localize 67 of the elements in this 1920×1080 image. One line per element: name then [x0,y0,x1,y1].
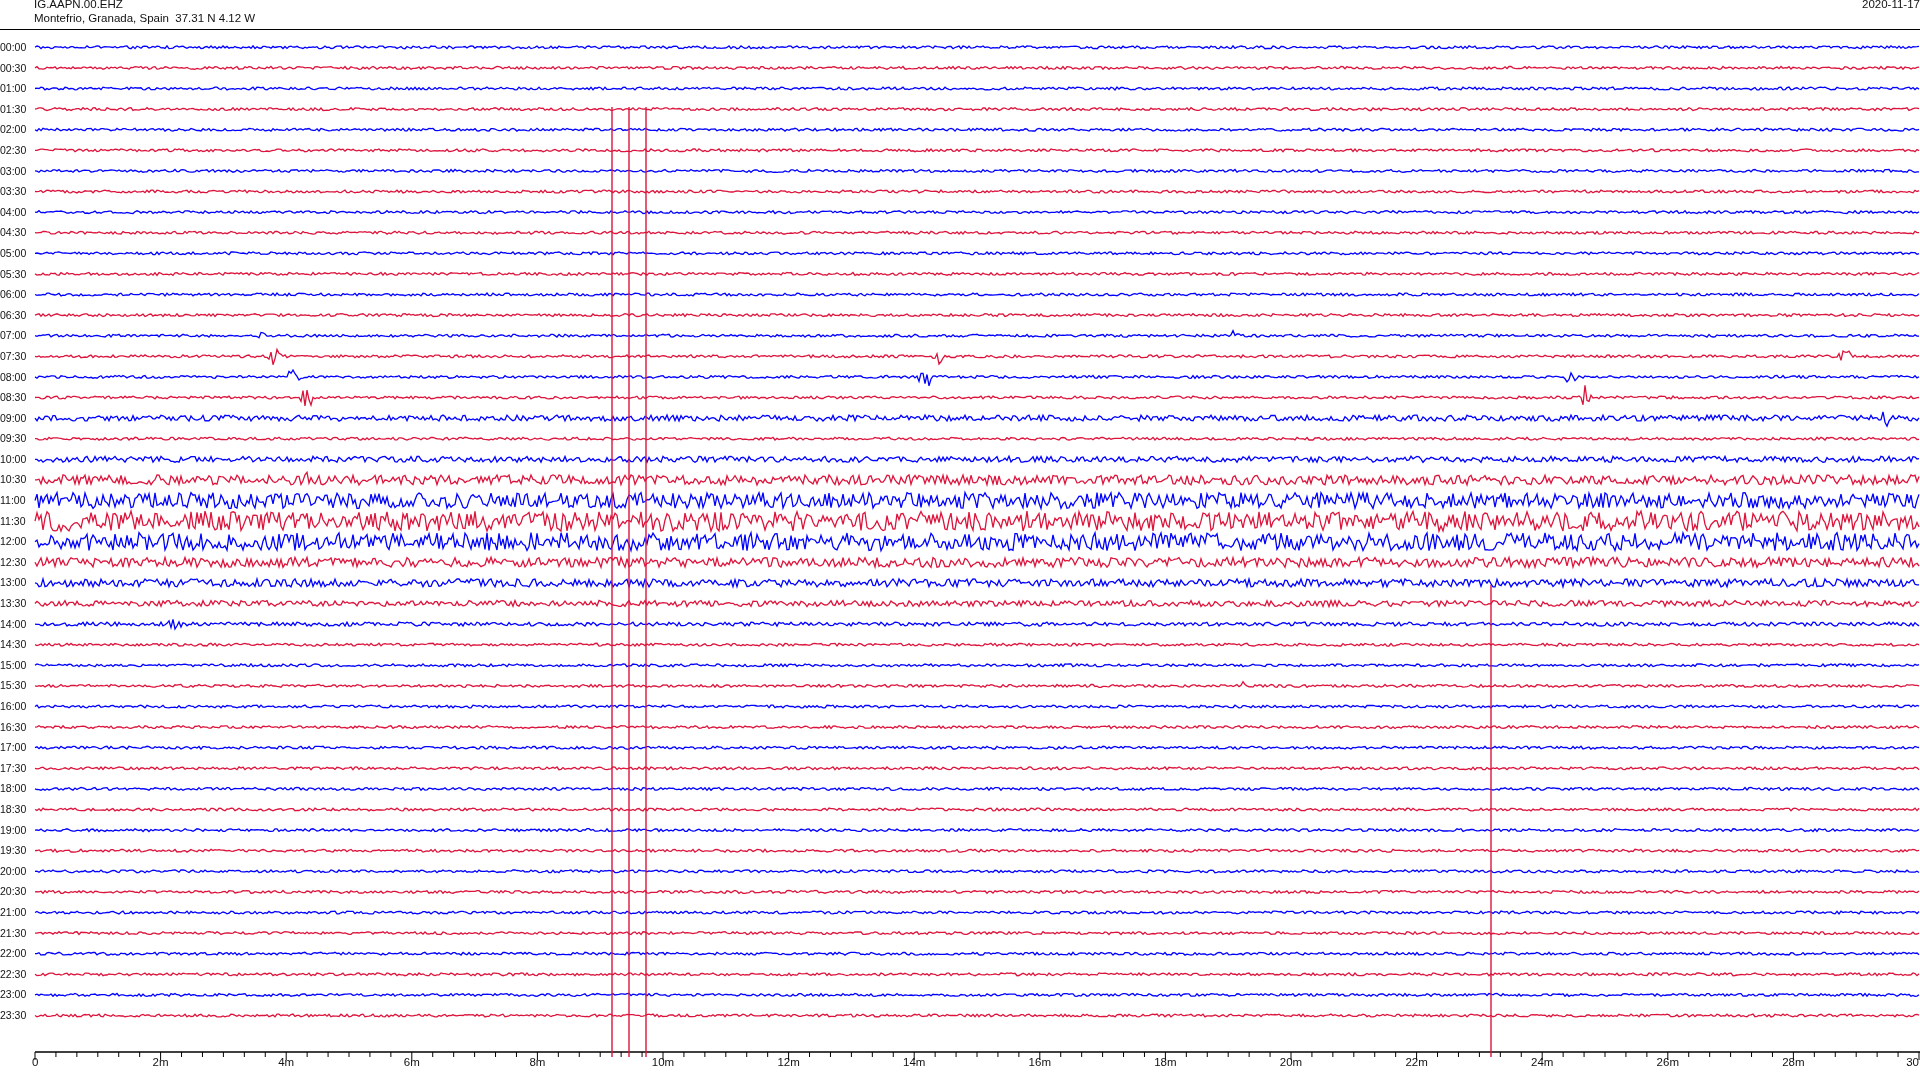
time-label: 19:00 [0,822,28,838]
time-label: 12:30 [0,554,28,570]
time-label: 11:00 [0,493,27,509]
time-label: 10:30 [0,472,28,488]
time-label: 08:00 [0,369,28,385]
time-label: 07:30 [0,348,28,364]
time-label: 09:00 [0,410,28,426]
time-label: 06:30 [0,307,28,323]
axis-label: 4m [278,1055,295,1068]
time-label: 14:30 [0,637,28,653]
axis-label: 28m [1782,1055,1805,1068]
time-label: 17:00 [0,740,28,756]
time-label: 23:00 [0,987,28,1003]
time-label: 17:30 [0,760,28,776]
axis-label: 26m [1656,1055,1679,1068]
time-label: 11:30 [0,513,27,529]
time-label: 22:30 [0,966,28,982]
station-location: Montefrio, Granada, Spain 37.31 N 4.12 W [34,11,256,25]
axis-label: 2m [152,1055,169,1068]
time-label: 12:00 [0,534,28,550]
time-label: 00:30 [0,60,28,76]
time-label: 21:00 [0,904,28,920]
time-label: 18:30 [0,801,28,817]
time-label: 09:30 [0,431,28,447]
time-label: 03:30 [0,184,28,200]
axis-label: 0 [32,1055,39,1068]
axis-label: 8m [529,1055,546,1068]
time-label: 08:30 [0,390,28,406]
axis-label: 12m [777,1055,800,1068]
axis-label: 16m [1028,1055,1051,1068]
time-label: 00:00 [0,40,28,55]
axis-label: 30 [1906,1055,1919,1068]
time-label: 02:30 [0,142,28,158]
axis-label: 14m [903,1055,926,1068]
time-label: 21:30 [0,925,28,941]
time-label: 04:30 [0,225,28,241]
time-label: 07:00 [0,328,28,344]
time-label: 05:00 [0,245,28,261]
axis-label: 22m [1405,1055,1428,1068]
plot-date: 2020-11-17 [1862,0,1920,12]
time-label: 14:00 [0,616,28,632]
time-label: 22:00 [0,946,28,962]
time-label: 06:00 [0,287,28,303]
time-label: 19:30 [0,843,28,859]
time-label: 15:00 [0,657,28,673]
time-label: 10:00 [0,451,28,467]
time-label: 20:00 [0,863,28,879]
time-label: 16:30 [0,719,28,735]
axis-label: 10m [651,1055,675,1068]
time-label: 15:30 [0,678,28,694]
time-label: 13:00 [0,575,28,591]
time-label: 02:00 [0,122,28,138]
time-label: 20:30 [0,884,28,900]
time-label: 05:30 [0,266,28,282]
axis-label: 24m [1531,1055,1554,1068]
time-label: 18:00 [0,781,28,797]
axis-label: 6m [403,1055,420,1068]
axis-label: 20m [1279,1055,1303,1068]
time-label: 13:30 [0,596,28,612]
time-label: 04:00 [0,204,28,220]
axis-label: 18m [1154,1055,1177,1068]
station-code: IG.AAPN.00.EHZ [34,0,124,12]
time-label: 23:30 [0,1007,28,1023]
time-label: 01:30 [0,101,28,117]
time-label: 03:00 [0,163,28,179]
time-label: 01:00 [0,81,28,97]
time-label: 16:00 [0,699,28,714]
